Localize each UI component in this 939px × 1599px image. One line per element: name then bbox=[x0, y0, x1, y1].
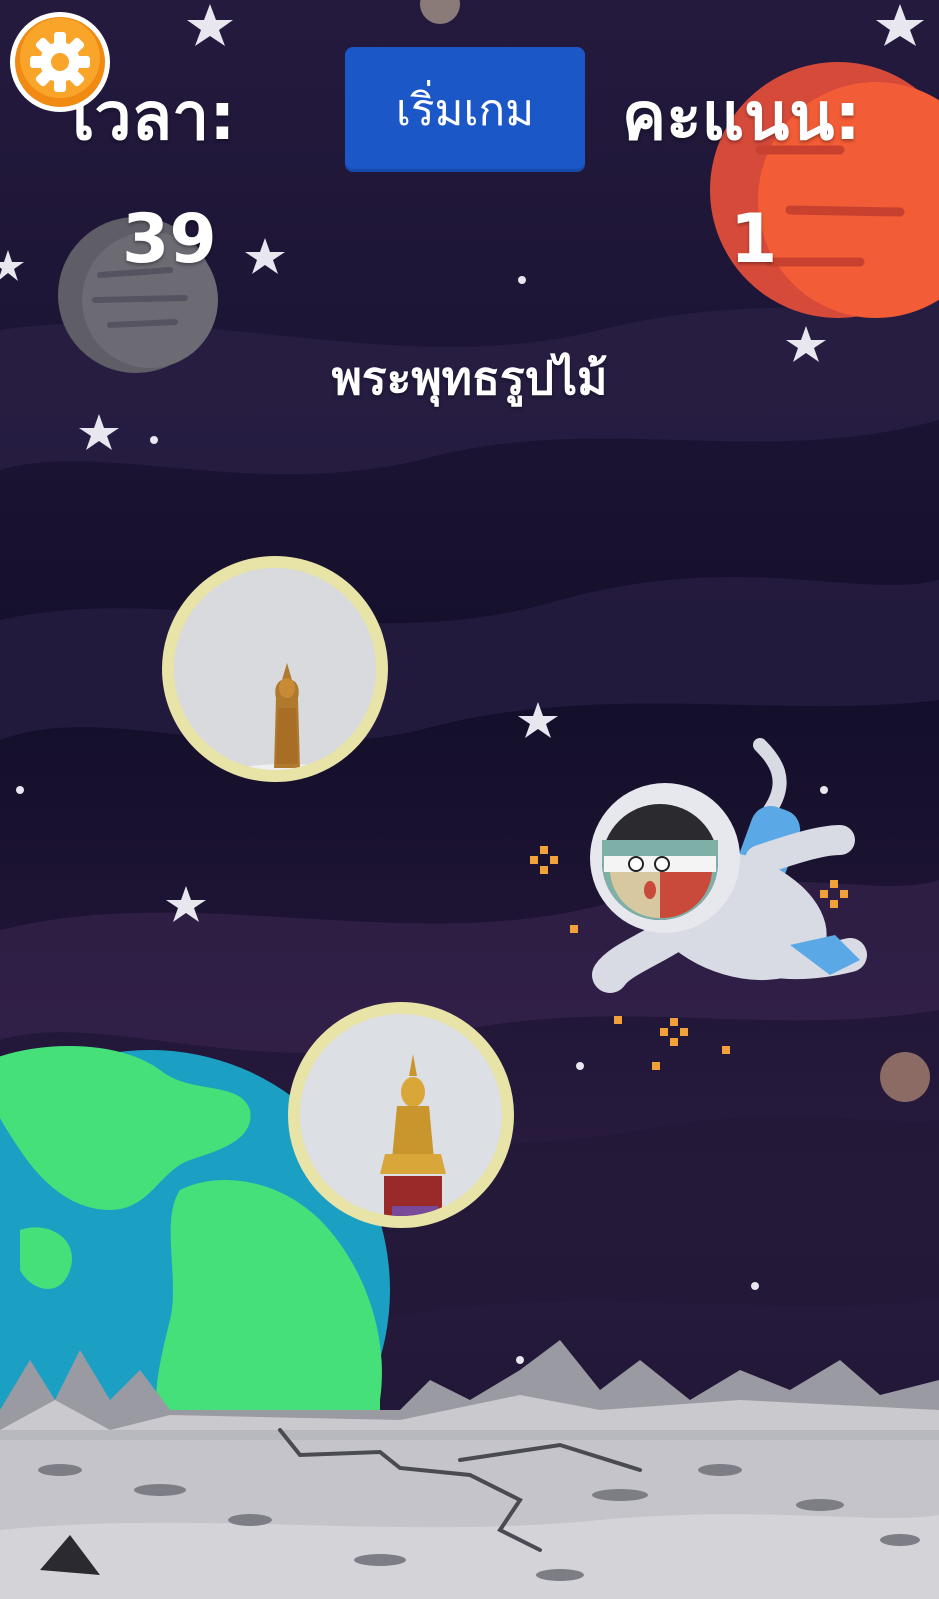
score-label: คะแนน: bbox=[622, 78, 861, 155]
gear-icon bbox=[10, 12, 110, 112]
answer-choice-1[interactable] bbox=[162, 556, 388, 782]
small-brown-planet bbox=[880, 1052, 930, 1102]
time-value: 39 bbox=[122, 200, 217, 279]
settings-button[interactable] bbox=[8, 10, 112, 114]
score-value: 1 bbox=[730, 200, 778, 279]
question-text: พระพุทธรูปไม้ bbox=[331, 351, 608, 405]
answer-choice-2[interactable] bbox=[288, 1002, 514, 1228]
start-game-button[interactable]: เริ่มเกม bbox=[345, 47, 585, 172]
